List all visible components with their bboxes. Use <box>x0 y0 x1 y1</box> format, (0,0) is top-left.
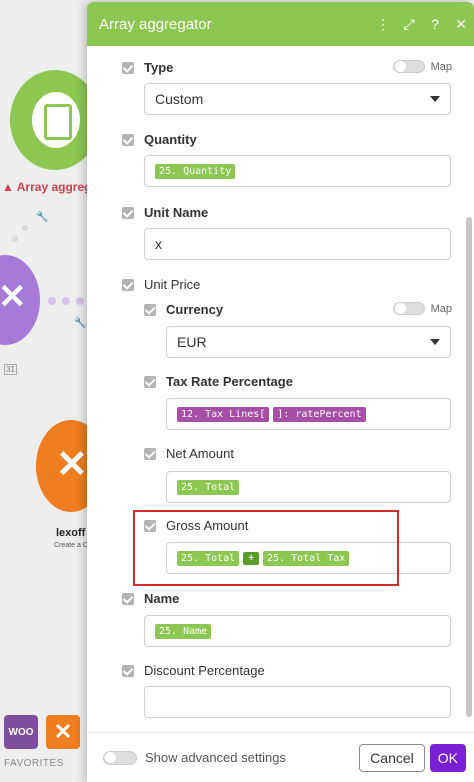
discount-field: Discount Percentage <box>122 663 452 683</box>
close-icon[interactable]: ✕ <box>448 16 474 33</box>
currency-checkbox[interactable] <box>144 303 156 316</box>
dialog-body[interactable]: Type Map Custom Quantity 25. Quantity Un… <box>87 46 464 732</box>
mapped-token[interactable]: ]: ratePercent <box>273 406 366 422</box>
unit-name-input[interactable]: x <box>144 228 451 260</box>
array-aggregator-dialog: Array aggregator ⋮ ⤢ ? ✕ Type Map Custom… <box>87 2 474 782</box>
connector-dot <box>48 297 56 305</box>
type-map-toggle[interactable]: Map <box>392 60 452 73</box>
unit-name-field: Unit Name <box>122 205 452 225</box>
net-amount-checkbox[interactable] <box>144 447 156 460</box>
name-input[interactable]: 25. Name <box>144 615 451 647</box>
discount-input[interactable] <box>144 686 451 718</box>
expand-icon[interactable]: ⤢ <box>396 16 422 33</box>
advanced-settings[interactable]: Show advanced settings <box>103 750 359 765</box>
discount-checkbox[interactable] <box>122 664 134 677</box>
advanced-settings-toggle[interactable] <box>103 750 137 765</box>
quantity-input[interactable]: 25. Quantity <box>144 155 451 187</box>
dialog-header: Array aggregator ⋮ ⤢ ? ✕ <box>87 2 474 46</box>
quantity-field: Quantity <box>122 132 452 152</box>
chevron-down-icon <box>430 339 440 345</box>
module-label: ▲ Array aggrega <box>2 180 99 194</box>
unit-price-checkbox[interactable] <box>122 278 134 291</box>
unit-name-checkbox[interactable] <box>122 206 134 219</box>
tax-rate-checkbox[interactable] <box>144 375 156 388</box>
quantity-checkbox[interactable] <box>122 133 134 146</box>
mapped-token[interactable]: 25. Total <box>177 479 240 495</box>
badge: 31 <box>4 364 17 375</box>
net-amount-input[interactable]: 25. Total <box>166 471 451 503</box>
aggregator-icon <box>32 92 80 148</box>
currency-field: Currency Map <box>144 302 452 322</box>
highlight-box <box>133 510 399 586</box>
name-checkbox[interactable] <box>122 592 134 605</box>
favorites-label: FAVORITES <box>4 758 64 769</box>
mapped-token[interactable]: 25. Name <box>155 623 212 639</box>
chevron-down-icon <box>430 96 440 102</box>
scrollbar[interactable] <box>466 217 472 717</box>
type-select[interactable]: Custom <box>144 83 451 115</box>
help-icon[interactable]: ? <box>422 16 448 32</box>
mapped-token[interactable]: 12. Tax Lines[ <box>177 406 270 422</box>
name-field: Name <box>122 591 452 611</box>
dialog-title: Array aggregator <box>99 15 212 33</box>
type-field: Type Map <box>122 60 452 80</box>
tools-node[interactable] <box>0 255 40 345</box>
tax-rate-field: Tax Rate Percentage <box>144 374 452 394</box>
map-toggle[interactable] <box>392 302 425 315</box>
mapped-token[interactable]: 25. Quantity <box>155 163 236 179</box>
connector-dot <box>22 225 28 231</box>
tax-rate-input[interactable]: 12. Tax Lines[]: ratePercent <box>166 398 451 430</box>
cancel-button[interactable]: Cancel <box>359 743 425 772</box>
wrench-icon[interactable]: 🔧 <box>74 318 86 329</box>
more-vertical-icon[interactable]: ⋮ <box>370 16 396 33</box>
lexoffice-sublabel: Create a C <box>54 542 88 549</box>
connector-dot <box>62 297 70 305</box>
wrench-icon[interactable]: 🔧 <box>36 212 48 223</box>
currency-select[interactable]: EUR <box>166 326 451 358</box>
map-toggle[interactable] <box>392 60 425 73</box>
woocommerce-favorite[interactable]: WOO <box>4 715 38 749</box>
ok-button[interactable]: OK <box>429 743 466 772</box>
net-amount-field: Net Amount <box>144 446 452 466</box>
connector-dot <box>12 236 18 242</box>
lexoffice-icon: ✕ <box>56 444 88 486</box>
dialog-footer: Show advanced settings Cancel OK <box>87 732 474 782</box>
connector-dot <box>76 297 84 305</box>
lexoffice-label: lexoff <box>56 527 86 539</box>
currency-map-toggle[interactable]: Map <box>392 302 452 315</box>
type-checkbox[interactable] <box>122 61 134 74</box>
unit-price-field: Unit Price <box>122 277 452 297</box>
lexoffice-favorite[interactable]: ✕ <box>46 715 80 749</box>
